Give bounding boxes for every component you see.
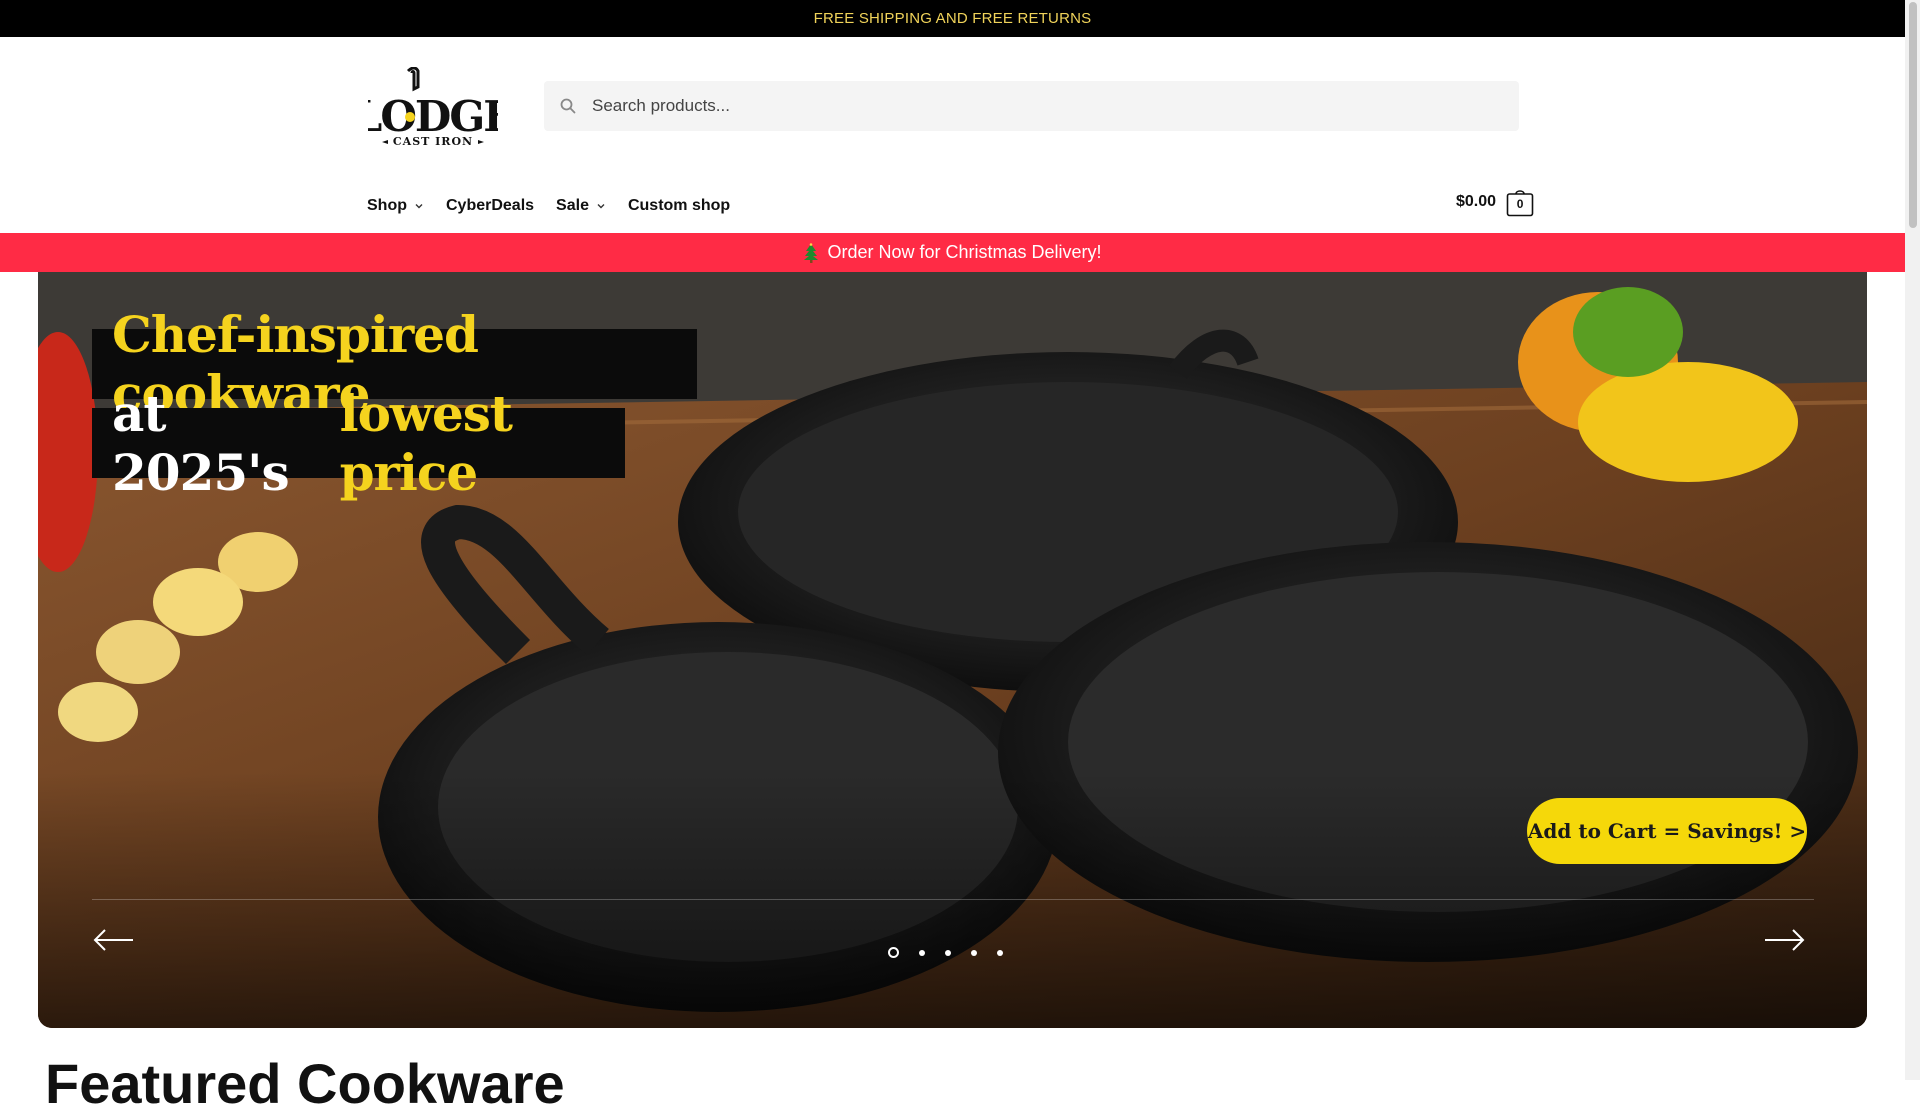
nav-item-label: CyberDeals (446, 197, 535, 214)
lodge-logo[interactable]: LODGE CAST IRON (353, 66, 515, 148)
site-header: LODGE CAST IRON Shop CyberDeals Sale Cus… (0, 37, 1905, 233)
nav-item-label: Sale (556, 197, 589, 214)
arrow-right-icon[interactable] (1763, 927, 1805, 953)
hero-headline-line-2: at 2025's lowest price (92, 384, 625, 502)
slider-pagination (888, 947, 1023, 958)
search-box[interactable] (544, 81, 1519, 131)
nav-item-shop[interactable]: Shop (367, 197, 424, 215)
search-input[interactable] (590, 82, 1519, 130)
promo-text: Order Now for Christmas Delivery! (827, 242, 1102, 262)
section-title: Featured Cookware (45, 1052, 565, 1115)
chevron-down-icon (597, 204, 605, 209)
scrollbar-thumb[interactable] (1909, 2, 1917, 228)
svg-text:CAST IRON: CAST IRON (393, 135, 473, 147)
slider-dot-2[interactable] (919, 949, 925, 956)
hero-slider: Chef-inspired cookware at 2025's lowest … (38, 272, 1867, 1028)
hero-headline-highlight: lowest price (339, 384, 513, 502)
nav-item-cyberdeals[interactable]: CyberDeals (446, 197, 534, 215)
chevron-down-icon (415, 204, 423, 209)
slider-dot-3[interactable] (945, 949, 951, 956)
cart-total: $0.00 (1456, 193, 1497, 210)
slider-dot-4[interactable] (971, 949, 977, 956)
nav-item-sale[interactable]: Sale (556, 197, 606, 215)
announcement-text: FREE SHIPPING AND FREE RETURNS (813, 10, 1092, 27)
cart-link[interactable]: $0.00 0 (1456, 187, 1534, 217)
slider-divider (92, 899, 1814, 900)
slider-dot-1[interactable] (888, 947, 899, 958)
hero-headline-prefix: at 2025's (112, 384, 290, 502)
page-scrollbar[interactable] (1905, 0, 1920, 1080)
cart-count-badge: 0 (1516, 196, 1524, 211)
add-to-cart-savings-button[interactable]: Add to Cart = Savings! > (1527, 798, 1807, 864)
nav-item-label: Custom shop (627, 197, 731, 214)
cart-bag-icon[interactable]: 0 (1506, 187, 1534, 217)
nav-item-custom-shop[interactable]: Custom shop (628, 197, 730, 215)
slider-dot-5[interactable] (997, 949, 1003, 956)
christmas-tree-icon (804, 242, 819, 263)
announcement-bar: FREE SHIPPING AND FREE RETURNS (0, 0, 1905, 37)
svg-text:LODGE: LODGE (368, 92, 498, 141)
main-nav: Shop CyberDeals Sale Custom shop (367, 191, 752, 221)
nav-item-label: Shop (367, 197, 407, 214)
search-icon (560, 98, 576, 114)
promo-banner[interactable]: Order Now for Christmas Delivery! (0, 233, 1905, 272)
arrow-left-icon[interactable] (93, 927, 135, 953)
